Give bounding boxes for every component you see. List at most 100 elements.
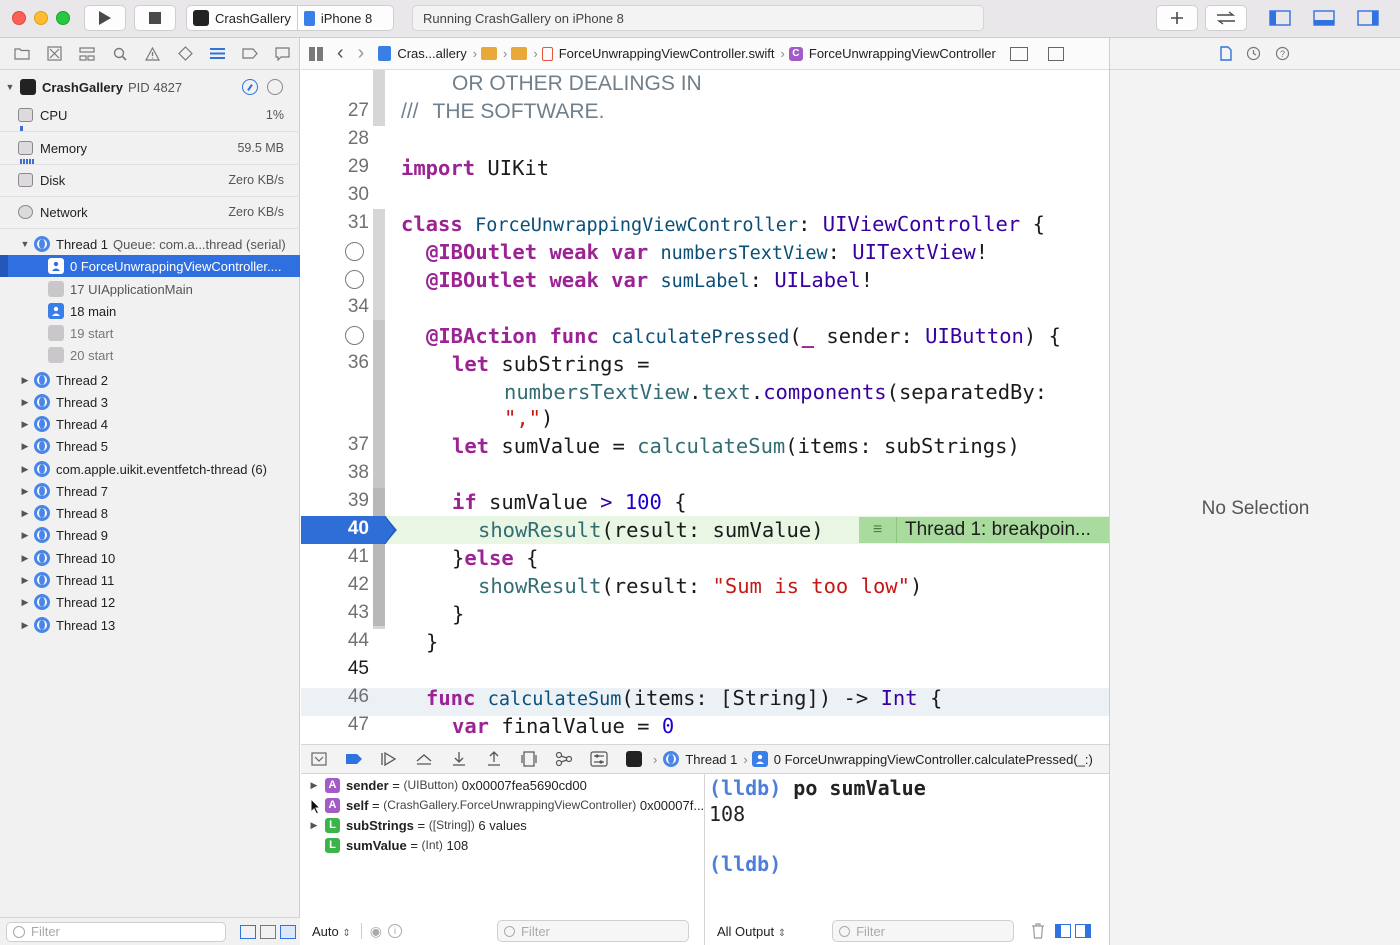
toggle-inspector-button[interactable] bbox=[1346, 5, 1390, 31]
filter-crashed-threads-icon[interactable] bbox=[240, 924, 256, 939]
project-navigator-tab[interactable] bbox=[6, 38, 39, 70]
disclosure-closed-icon[interactable]: ▶ bbox=[20, 486, 30, 496]
run-button[interactable] bbox=[84, 5, 126, 31]
process-row[interactable]: ▼ CrashGallery PID 4827 bbox=[0, 76, 300, 98]
disclosure-closed-icon[interactable]: ▶ bbox=[20, 508, 30, 518]
thread-row[interactable]: ▶ Thread 7 bbox=[0, 480, 300, 502]
disk-gauge[interactable]: Disk Zero KB/s bbox=[0, 165, 300, 197]
variable-row[interactable]: L sumValue = (Int) 108 bbox=[301, 835, 705, 855]
code-review-button[interactable] bbox=[1205, 5, 1247, 31]
eye-icon[interactable]: ◉ bbox=[370, 923, 382, 940]
stack-frame-row[interactable]: 17 UIApplicationMain bbox=[0, 278, 300, 300]
continue-button[interactable] bbox=[371, 745, 406, 773]
step-over-button[interactable] bbox=[406, 745, 441, 773]
history-clock-icon[interactable] bbox=[1246, 46, 1261, 61]
thread-row[interactable]: ▼ Thread 1 Queue: com.a...thread (serial… bbox=[0, 233, 300, 255]
disclosure-closed-icon[interactable]: ▶ bbox=[20, 397, 30, 407]
breakpoint-annotation[interactable]: ≡ Thread 1: breakpoin... bbox=[859, 517, 1109, 543]
stop-button[interactable] bbox=[134, 5, 176, 31]
report-navigator-tab[interactable] bbox=[267, 38, 300, 70]
thread-row[interactable]: ▶ Thread 9 bbox=[0, 524, 300, 546]
navigator-filter-field[interactable]: Filter bbox=[6, 921, 226, 942]
disclosure-closed-icon[interactable]: ▶ bbox=[20, 464, 30, 474]
outlet-connection-icon[interactable] bbox=[345, 270, 364, 289]
debug-navigator-tab[interactable] bbox=[201, 38, 234, 70]
variables-filter-field[interactable]: Filter bbox=[496, 920, 689, 942]
view-hierarchy-button[interactable] bbox=[511, 745, 546, 773]
cpu-gauge[interactable]: CPU 1% bbox=[0, 100, 300, 132]
editor-options-icon[interactable] bbox=[1009, 46, 1028, 61]
fold-ribbon[interactable] bbox=[373, 488, 385, 626]
toggle-debug-area-button[interactable] bbox=[1302, 5, 1346, 31]
thread-row[interactable]: ▶ Thread 10 bbox=[0, 547, 300, 569]
folder-icon[interactable] bbox=[481, 47, 498, 60]
annotation-menu-icon[interactable]: ≡ bbox=[859, 517, 897, 543]
thread-row[interactable]: ▶ Thread 11 bbox=[0, 569, 300, 591]
stack-frame-row[interactable]: 18 main bbox=[0, 300, 300, 322]
code-area[interactable]: ≡ Thread 1: breakpoin... 27 28 29 30 31 … bbox=[301, 70, 1109, 744]
test-navigator-tab[interactable] bbox=[169, 38, 202, 70]
console-output-popup[interactable]: All Output ⇕ bbox=[717, 924, 786, 939]
device-name[interactable]: iPhone 8 bbox=[321, 11, 372, 26]
thread-row[interactable]: ▶ Thread 13 bbox=[0, 614, 300, 636]
stack-frame-row[interactable]: 19 start bbox=[0, 322, 300, 344]
step-into-button[interactable] bbox=[441, 745, 476, 773]
stack-frame-row-selected[interactable]: 0 ForceUnwrappingViewController.... bbox=[0, 255, 300, 277]
thread-row[interactable]: ▶ com.apple.uikit.eventfetch-thread (6) bbox=[0, 458, 300, 480]
jumpbar-file[interactable]: ForceUnwrappingViewController.swift bbox=[559, 46, 775, 61]
variable-row[interactable]: ▶ L subStrings = ([String]) 6 values bbox=[301, 815, 705, 835]
disclosure-closed-icon[interactable]: ▶ bbox=[20, 419, 30, 429]
fold-ribbon[interactable] bbox=[373, 70, 385, 126]
disclosure-closed-icon[interactable]: ▶ bbox=[20, 375, 30, 385]
outlet-connection-icon[interactable] bbox=[345, 242, 364, 261]
source-control-tab[interactable] bbox=[39, 38, 72, 70]
thread-row[interactable]: ▶ Thread 2 bbox=[0, 369, 300, 391]
disclosure-closed-icon[interactable]: ▶ bbox=[20, 597, 30, 607]
trash-icon[interactable] bbox=[1031, 923, 1045, 939]
disclosure-closed-icon[interactable]: ▶ bbox=[20, 620, 30, 630]
file-inspector-icon[interactable] bbox=[1220, 46, 1232, 61]
toggle-navigator-button[interactable] bbox=[1258, 5, 1302, 31]
help-icon[interactable]: ? bbox=[1275, 46, 1290, 61]
forward-chevron-icon[interactable]: › bbox=[358, 42, 365, 65]
memory-gauge[interactable]: Memory 59.5 MB bbox=[0, 133, 300, 165]
disclosure-closed-icon[interactable]: ▶ bbox=[20, 553, 30, 563]
environment-overrides-button[interactable] bbox=[581, 745, 616, 773]
step-out-button[interactable] bbox=[476, 745, 511, 773]
debugbar-thread[interactable]: Thread 1 bbox=[685, 752, 737, 767]
disclosure-closed-icon[interactable]: ▶ bbox=[20, 441, 30, 451]
memory-graph-button[interactable] bbox=[546, 745, 581, 773]
disclosure-closed-icon[interactable]: ▶ bbox=[20, 530, 30, 540]
variables-scope-popup[interactable]: Auto ⇕ bbox=[312, 924, 351, 939]
breakpoint-navigator-tab[interactable] bbox=[234, 38, 267, 70]
disclosure-open-icon[interactable]: ▼ bbox=[20, 239, 30, 249]
issue-navigator-tab[interactable] bbox=[136, 38, 169, 70]
folder-icon[interactable] bbox=[511, 47, 528, 60]
thread-row[interactable]: ▶ Thread 3 bbox=[0, 391, 300, 413]
find-navigator-tab[interactable] bbox=[104, 38, 137, 70]
show-variables-icon[interactable] bbox=[1055, 924, 1072, 938]
add-editor-icon[interactable] bbox=[1047, 46, 1064, 61]
thread-row[interactable]: ▶ Thread 8 bbox=[0, 502, 300, 524]
filter-frames-icon[interactable] bbox=[280, 924, 296, 939]
jumpbar-symbol[interactable]: ForceUnwrappingViewController bbox=[809, 46, 996, 61]
hide-debug-area-button[interactable] bbox=[301, 745, 336, 773]
console-view[interactable]: (lldb) po sumValue 108 (lldb) All Output… bbox=[706, 774, 1109, 945]
thread-row[interactable]: ▶ Thread 12 bbox=[0, 591, 300, 613]
disclosure-open-icon[interactable]: ▼ bbox=[5, 82, 15, 92]
close-window-button[interactable] bbox=[12, 11, 26, 25]
variable-row[interactable]: ▶ A sender = (UIButton) 0x00007fea5690cd… bbox=[301, 775, 705, 795]
show-console-icon[interactable] bbox=[1075, 924, 1092, 938]
back-chevron-icon[interactable]: ‹ bbox=[337, 42, 344, 65]
thread-row[interactable]: ▶ Thread 5 bbox=[0, 435, 300, 457]
network-gauge[interactable]: Network Zero KB/s bbox=[0, 197, 300, 229]
thread-row[interactable]: ▶ Thread 4 bbox=[0, 413, 300, 435]
minimize-window-button[interactable] bbox=[34, 11, 48, 25]
breakpoints-toggle-button[interactable] bbox=[336, 745, 371, 773]
variable-row[interactable]: ▶ A self = (CrashGallery.ForceUnwrapping… bbox=[301, 795, 705, 815]
disclosure-closed-icon[interactable]: ▶ bbox=[309, 780, 319, 790]
debugbar-frame[interactable]: 0 ForceUnwrappingViewController.calculat… bbox=[774, 752, 1093, 767]
gauge-options-icon[interactable] bbox=[242, 79, 258, 95]
simulate-location-button[interactable] bbox=[616, 745, 651, 773]
console-filter-field[interactable]: Filter bbox=[832, 920, 1015, 942]
